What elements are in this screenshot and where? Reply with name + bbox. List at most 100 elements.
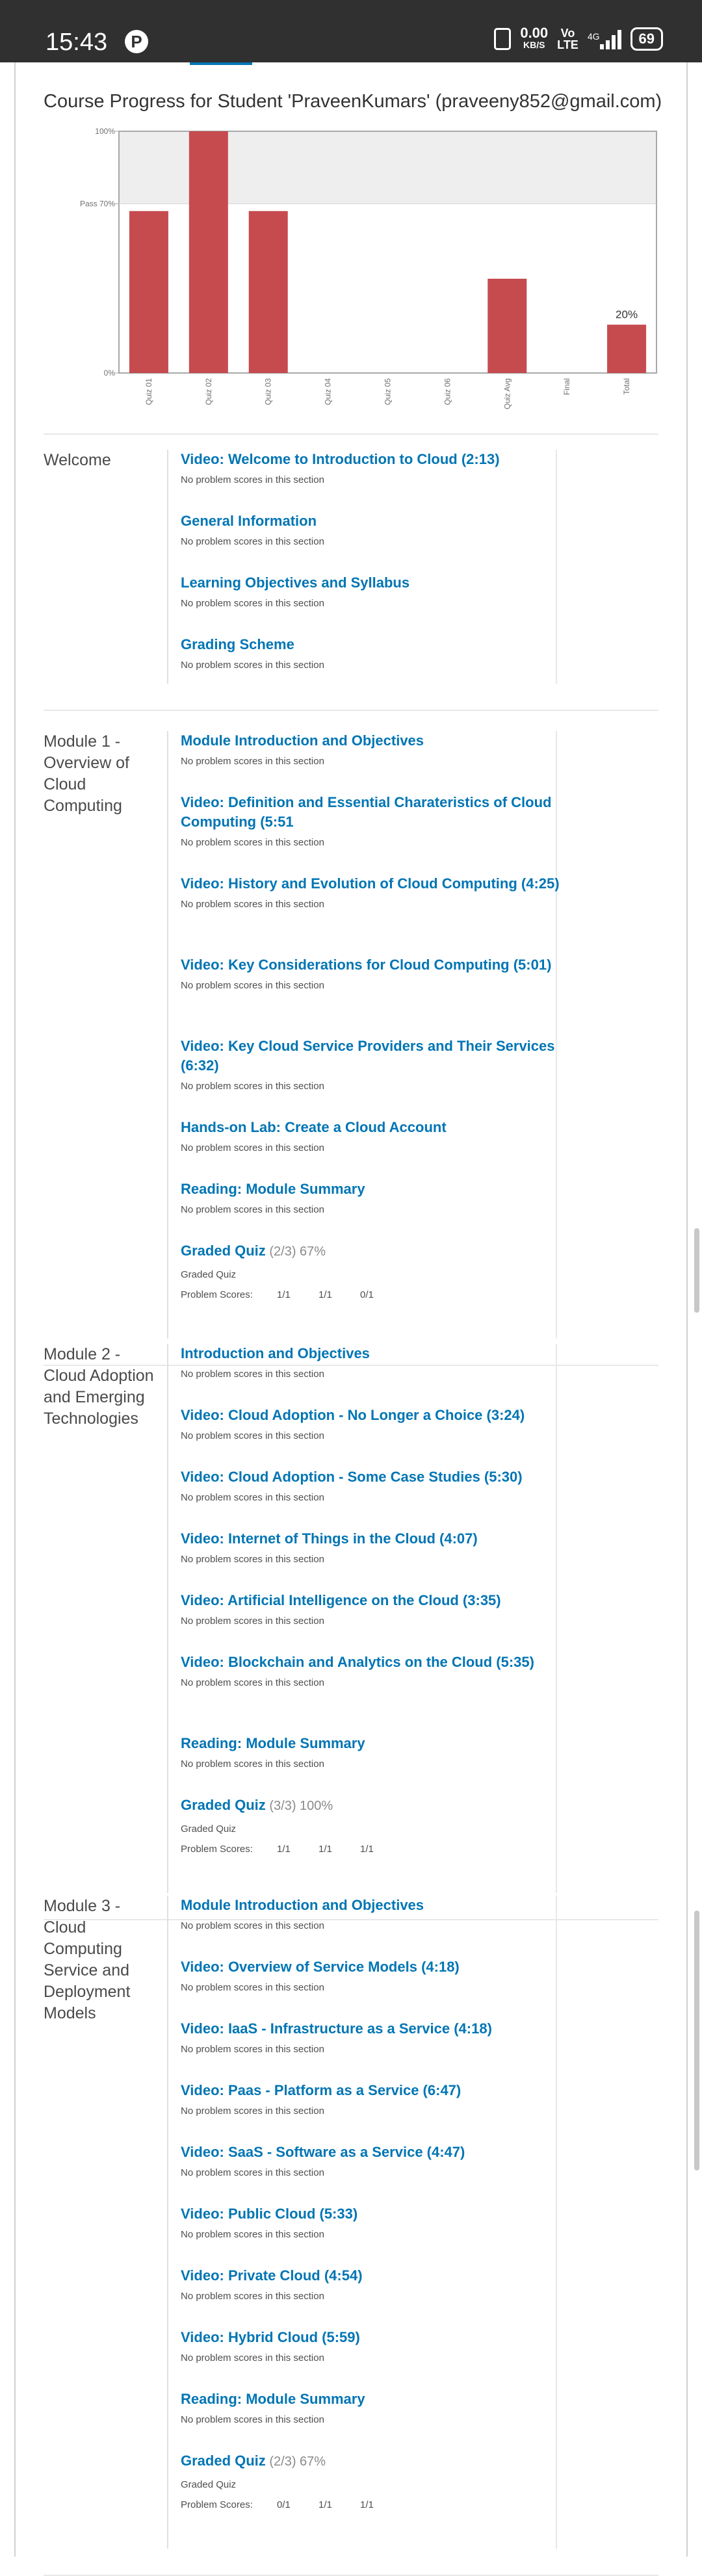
subsection-title[interactable]: Learning Objectives and Syllabus bbox=[181, 574, 410, 591]
x-tick-label: Quiz 03 bbox=[264, 378, 273, 406]
subsection-title[interactable]: Reading: Module Summary bbox=[181, 1181, 365, 1197]
subsection-title[interactable]: Graded Quiz bbox=[181, 1797, 266, 1813]
subsection-link[interactable]: Video: Cloud Adoption - Some Case Studie… bbox=[181, 1467, 564, 1487]
bar-total bbox=[607, 324, 647, 373]
subsection-title[interactable]: Reading: Module Summary bbox=[181, 2391, 365, 2407]
subsection-link[interactable]: Learning Objectives and Syllabus bbox=[181, 573, 564, 593]
subsection-link[interactable]: Video: Key Cloud Service Providers and T… bbox=[181, 1037, 564, 1075]
subsection-link[interactable]: Introduction and Objectives bbox=[181, 1344, 564, 1363]
subsection-link[interactable]: Video: Definition and Essential Charater… bbox=[181, 793, 564, 832]
subsection: Video: Artificial Intelligence on the Cl… bbox=[181, 1591, 564, 1627]
subsection-link[interactable]: Video: Private Cloud (4:54) bbox=[181, 2266, 564, 2286]
subsection-link[interactable]: Video: Welcome to Introduction to Cloud … bbox=[181, 450, 564, 469]
subsection-title[interactable]: Graded Quiz bbox=[181, 2453, 266, 2469]
subsection-title[interactable]: Graded Quiz bbox=[181, 1243, 266, 1259]
subsection-link[interactable]: Video: History and Evolution of Cloud Co… bbox=[181, 874, 564, 894]
subsection-title[interactable]: Module Introduction and Objectives bbox=[181, 1897, 424, 1913]
subsection-note: No problem scores in this section bbox=[181, 1492, 324, 1503]
subsection-link[interactable]: Video: Blockchain and Analytics on the C… bbox=[181, 1653, 564, 1672]
subsection-title[interactable]: Reading: Module Summary bbox=[181, 1735, 365, 1751]
scrollbar-thumb-2[interactable] bbox=[694, 1911, 699, 2170]
subsection-link[interactable]: Module Introduction and Objectives bbox=[181, 731, 564, 751]
subsection-link[interactable]: Reading: Module Summary bbox=[181, 1734, 564, 1753]
subsection: Reading: Module Summary No problem scores… bbox=[181, 1179, 564, 1215]
x-tick-label: Quiz 02 bbox=[204, 378, 213, 406]
subsection-title[interactable]: Video: SaaS - Software as a Service (4:4… bbox=[181, 2144, 465, 2160]
subsection-note: No problem scores in this section bbox=[181, 2291, 324, 2302]
subsection-title[interactable]: Grading Scheme bbox=[181, 636, 294, 652]
subsection-note: No problem scores in this section bbox=[181, 1616, 324, 1627]
subsection-link[interactable]: Reading: Module Summary bbox=[181, 2389, 564, 2409]
subsection-title[interactable]: Video: Internet of Things in the Cloud (… bbox=[181, 1530, 478, 1547]
subsection: Module Introduction and Objectives No pro… bbox=[181, 731, 564, 767]
problem-score: 0/1 bbox=[360, 1289, 374, 1300]
subsection-title[interactable]: Video: Key Considerations for Cloud Comp… bbox=[181, 957, 551, 973]
subsection: Video: Overview of Service Models (4:18)… bbox=[181, 1957, 564, 1993]
subsection-link[interactable]: Hands-on Lab: Create a Cloud Account bbox=[181, 1118, 564, 1137]
subsection-link[interactable]: Video: IaaS - Infrastructure as a Servic… bbox=[181, 2019, 564, 2039]
subsection: Video: Paas - Platform as a Service (6:4… bbox=[181, 2081, 564, 2117]
x-tick-label: Quiz 06 bbox=[443, 378, 452, 406]
subsection-title[interactable]: Hands-on Lab: Create a Cloud Account bbox=[181, 1119, 447, 1135]
subsection-link[interactable]: Reading: Module Summary bbox=[181, 1179, 564, 1199]
subsection-title[interactable]: Video: Overview of Service Models (4:18) bbox=[181, 1959, 460, 1975]
subsection-link[interactable]: Video: Cloud Adoption - No Longer a Choi… bbox=[181, 1406, 564, 1425]
subsection-title[interactable]: Video: Definition and Essential Charater… bbox=[181, 794, 551, 830]
subsection-link[interactable]: Graded Quiz (2/3) 67% bbox=[181, 1241, 564, 1261]
subsection-title[interactable]: Video: IaaS - Infrastructure as a Servic… bbox=[181, 2020, 492, 2037]
section-divider bbox=[44, 710, 658, 711]
subsection-title[interactable]: Video: Paas - Platform as a Service (6:4… bbox=[181, 2082, 461, 2098]
subsection-link[interactable]: Video: Artificial Intelligence on the Cl… bbox=[181, 1591, 564, 1610]
subsection: Graded Quiz (2/3) 67% Graded Quiz Problem … bbox=[181, 1241, 564, 1300]
subsection-link[interactable]: Video: Paas - Platform as a Service (6:4… bbox=[181, 2081, 564, 2100]
subsection-title[interactable]: Video: Cloud Adoption - Some Case Studie… bbox=[181, 1469, 523, 1485]
subsection-title[interactable]: General Information bbox=[181, 513, 317, 529]
problem-scores-label: Problem Scores: bbox=[181, 2499, 253, 2510]
subsection-link[interactable]: General Information bbox=[181, 511, 564, 531]
subsection-link[interactable]: Video: Overview of Service Models (4:18) bbox=[181, 1957, 564, 1977]
problem-score: 1/1 bbox=[318, 1289, 332, 1300]
subsection-link[interactable]: Video: Public Cloud (5:33) bbox=[181, 2204, 564, 2224]
subsection-title[interactable]: Video: Welcome to Introduction to Cloud … bbox=[181, 451, 500, 467]
bar-quiz-01 bbox=[129, 211, 168, 373]
subsection: Video: History and Evolution of Cloud Co… bbox=[181, 874, 564, 910]
problem-scores: Problem Scores: 1/1 1/1 0/1 bbox=[181, 1289, 564, 1300]
subsection-link[interactable]: Video: Key Considerations for Cloud Comp… bbox=[181, 955, 564, 975]
problem-score: 1/1 bbox=[360, 2499, 374, 2510]
subsection-title[interactable]: Video: Key Cloud Service Providers and T… bbox=[181, 1038, 555, 1074]
subsection-note: No problem scores in this section bbox=[181, 2044, 324, 2055]
subsection-note: No problem scores in this section bbox=[181, 1081, 324, 1092]
subsection: Graded Quiz (3/3) 100% Graded Quiz Problem… bbox=[181, 1796, 564, 1855]
subsection-link[interactable]: Graded Quiz (3/3) 100% bbox=[181, 1796, 564, 1816]
x-tick-label: Quiz Avg bbox=[502, 378, 512, 409]
subsection: Learning Objectives and Syllabus No probl… bbox=[181, 573, 564, 609]
subsection-note: No problem scores in this section bbox=[181, 660, 324, 671]
x-tick-label: Quiz 05 bbox=[384, 378, 393, 406]
section-name: Welcome bbox=[44, 451, 111, 469]
subsection-link[interactable]: Video: Internet of Things in the Cloud (… bbox=[181, 1529, 564, 1549]
subsection-title[interactable]: Video: Hybrid Cloud (5:59) bbox=[181, 2329, 360, 2345]
subsection-title[interactable]: Video: Public Cloud (5:33) bbox=[181, 2206, 358, 2222]
subsection: Video: Cloud Adoption - No Longer a Choi… bbox=[181, 1406, 564, 1441]
subsection-title[interactable]: Video: Blockchain and Analytics on the C… bbox=[181, 1654, 534, 1670]
subsection-link[interactable]: Grading Scheme bbox=[181, 635, 564, 654]
subsection-link[interactable]: Graded Quiz (2/3) 67% bbox=[181, 2451, 564, 2471]
subsection-title[interactable]: Video: Cloud Adoption - No Longer a Choi… bbox=[181, 1407, 525, 1423]
graded-label: Graded Quiz bbox=[181, 2479, 237, 2490]
subsection-note: No problem scores in this section bbox=[181, 1677, 324, 1688]
subsection-title[interactable]: Video: History and Evolution of Cloud Co… bbox=[181, 875, 560, 892]
subsection-title[interactable]: Video: Artificial Intelligence on the Cl… bbox=[181, 1592, 501, 1608]
subsection-link[interactable]: Module Introduction and Objectives bbox=[181, 1896, 564, 1915]
subsection-link[interactable]: Video: Hybrid Cloud (5:59) bbox=[181, 2328, 564, 2347]
x-tick-label: Quiz 01 bbox=[144, 378, 153, 406]
subsection-link[interactable]: Video: SaaS - Software as a Service (4:4… bbox=[181, 2143, 564, 2162]
subsection-title[interactable]: Introduction and Objectives bbox=[181, 1345, 370, 1361]
problem-score: 1/1 bbox=[360, 1844, 374, 1855]
subsection: Video: Definition and Essential Charater… bbox=[181, 793, 564, 848]
scrollbar-thumb[interactable] bbox=[694, 1228, 699, 1313]
subsection: Video: Private Cloud (4:54) No problem sc… bbox=[181, 2266, 564, 2302]
problem-score: 1/1 bbox=[318, 1844, 332, 1855]
subsection-note: No problem scores in this section bbox=[181, 980, 324, 991]
subsection-title[interactable]: Module Introduction and Objectives bbox=[181, 732, 424, 749]
subsection-title[interactable]: Video: Private Cloud (4:54) bbox=[181, 2267, 363, 2284]
